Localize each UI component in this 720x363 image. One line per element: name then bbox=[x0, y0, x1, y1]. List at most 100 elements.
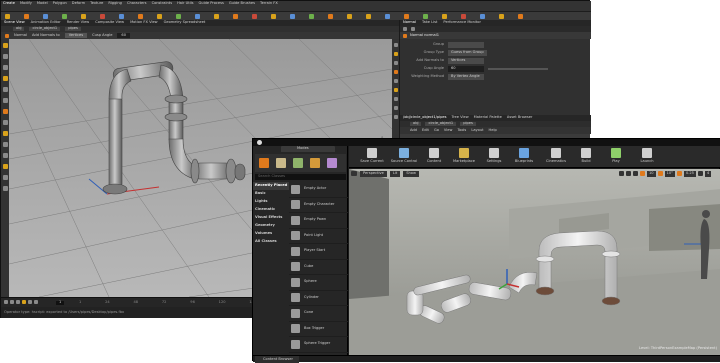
actor-item[interactable]: Empty Actor bbox=[289, 182, 348, 198]
toolbar-button[interactable]: Cinematics bbox=[541, 148, 571, 166]
toolbar-button[interactable]: Source Control bbox=[389, 148, 419, 166]
shelf-tab[interactable]: Create bbox=[3, 1, 15, 6]
param-tab[interactable]: Take List bbox=[422, 21, 437, 25]
actor-item[interactable]: Cube bbox=[289, 260, 348, 275]
misc-tool-icon[interactable] bbox=[2, 186, 8, 191]
actor-item[interactable]: Box Trigger bbox=[289, 322, 348, 337]
actor-item[interactable]: Player Start bbox=[289, 244, 348, 260]
category-item[interactable]: Cinematic bbox=[253, 206, 289, 214]
pose-tool-icon[interactable] bbox=[2, 120, 8, 125]
shelf-tool-icon[interactable] bbox=[461, 13, 466, 19]
network-menu-item[interactable]: Add bbox=[410, 128, 417, 133]
perspective-button[interactable]: Perspective bbox=[360, 171, 387, 177]
next-frame-icon[interactable] bbox=[28, 300, 32, 304]
network-menu-item[interactable]: Go bbox=[434, 128, 439, 133]
snap-tool-icon[interactable] bbox=[2, 109, 8, 114]
shelf-tool-icon[interactable] bbox=[385, 13, 390, 19]
shelf-tool-icon[interactable] bbox=[195, 13, 200, 19]
pane-tab[interactable]: Motion FX View bbox=[130, 21, 158, 25]
measure-tool-icon[interactable] bbox=[2, 142, 8, 147]
toolbar-button[interactable]: Launch bbox=[633, 148, 661, 166]
param-value[interactable]: By Vertex Angle bbox=[448, 74, 484, 80]
prev-frame-icon[interactable] bbox=[10, 300, 14, 304]
shelf-tab[interactable]: Guide Brushes bbox=[229, 1, 255, 6]
landscape-mode-icon[interactable] bbox=[293, 158, 303, 168]
shelf-tool-icon[interactable] bbox=[423, 13, 428, 19]
category-item[interactable]: Geometry bbox=[253, 222, 289, 230]
shelf-tab[interactable]: Constraints bbox=[152, 1, 173, 6]
view-tool-icon[interactable] bbox=[2, 98, 8, 103]
network-crumb[interactable]: circle_object1 bbox=[425, 122, 457, 126]
display-option-icon[interactable] bbox=[393, 43, 398, 47]
toolbar-button[interactable]: Build bbox=[573, 148, 599, 166]
shelf-tool-icon[interactable] bbox=[233, 13, 238, 19]
network-tab[interactable]: /obj/circle_object1/pipes bbox=[403, 116, 446, 120]
frame-field[interactable]: 1 bbox=[56, 300, 65, 305]
shelf-tool-icon[interactable] bbox=[347, 13, 352, 19]
toolbar-button[interactable]: Blueprints bbox=[509, 148, 539, 166]
camera-speed-icon[interactable] bbox=[697, 171, 703, 177]
rotate-icon[interactable] bbox=[626, 171, 631, 177]
category-item[interactable]: Basic bbox=[253, 190, 289, 198]
param-value[interactable] bbox=[448, 42, 484, 48]
content-browser-tab[interactable]: Content Browser bbox=[263, 357, 293, 362]
mode-dropdown[interactable]: Vertices bbox=[64, 32, 88, 39]
scale-icon[interactable] bbox=[633, 171, 638, 177]
network-menu-item[interactable]: Layout bbox=[471, 128, 483, 133]
category-item[interactable]: All Classes bbox=[253, 238, 289, 246]
category-item[interactable]: Lights bbox=[253, 198, 289, 206]
param-value[interactable]: 60 bbox=[448, 66, 484, 72]
shelf-tool-icon[interactable] bbox=[252, 13, 257, 19]
shelf-tab[interactable]: Guide Process bbox=[199, 1, 224, 6]
shelf-tool-icon[interactable] bbox=[24, 13, 29, 19]
light-tool-icon[interactable] bbox=[2, 153, 8, 158]
pane-tab[interactable]: Geometry Spreadsheet bbox=[164, 21, 206, 25]
network-menu-item[interactable]: View bbox=[444, 128, 453, 133]
scale-snap-icon[interactable] bbox=[676, 171, 682, 177]
ue-viewport[interactable]: Perspective Lit Show 10 10° 0.25 4 Level… bbox=[349, 169, 720, 355]
grid-snap-icon[interactable] bbox=[640, 171, 645, 177]
toolbar-button[interactable]: Play bbox=[601, 148, 631, 166]
toolbar-button[interactable]: Marketplace bbox=[449, 148, 479, 166]
toolbar-button[interactable]: Settings bbox=[481, 148, 507, 166]
param-value[interactable]: Vertices bbox=[448, 58, 484, 64]
toolbar-button[interactable]: Content bbox=[421, 148, 447, 166]
shelf-tool-icon[interactable] bbox=[499, 13, 504, 19]
network-tab[interactable]: Asset Browser bbox=[507, 116, 533, 120]
pane-tab[interactable]: Render View bbox=[67, 21, 89, 25]
actor-item[interactable]: Sphere bbox=[289, 275, 348, 291]
network-menu-item[interactable]: Edit bbox=[422, 128, 429, 133]
camera-tool-icon[interactable] bbox=[2, 164, 8, 169]
param-tab[interactable]: Normal bbox=[403, 21, 416, 25]
actor-item[interactable]: Cone bbox=[289, 306, 348, 322]
display-option-icon[interactable] bbox=[393, 106, 398, 110]
camera-speed-value[interactable]: 4 bbox=[704, 171, 712, 177]
actor-item[interactable]: Sphere Trigger bbox=[289, 337, 348, 353]
network-menu-item[interactable]: Tools bbox=[457, 128, 466, 133]
scale-tool-icon[interactable] bbox=[2, 76, 8, 81]
shelf-tool-icon[interactable] bbox=[442, 13, 447, 19]
network-menu-item[interactable]: Help bbox=[489, 128, 497, 133]
shelf-tool-icon[interactable] bbox=[5, 13, 10, 19]
first-frame-icon[interactable] bbox=[4, 300, 8, 304]
actor-item[interactable]: Empty Pawn bbox=[289, 213, 348, 229]
grid-snap-value[interactable]: 10 bbox=[647, 171, 656, 177]
shelf-tab[interactable]: Hair Utils bbox=[177, 1, 193, 6]
network-tab[interactable]: Material Palette bbox=[474, 116, 502, 120]
select-tool-icon[interactable] bbox=[2, 43, 8, 48]
shelf-tool-icon[interactable] bbox=[518, 13, 523, 19]
paint-mode-icon[interactable] bbox=[276, 158, 286, 168]
shelf-tab[interactable]: Modify bbox=[20, 1, 32, 6]
modes-tab[interactable]: Modes bbox=[297, 146, 309, 151]
actor-item[interactable]: Empty Character bbox=[289, 198, 348, 213]
stop-icon[interactable] bbox=[16, 300, 20, 304]
handle-tool-icon[interactable] bbox=[2, 87, 8, 92]
category-item[interactable]: Visual Effects bbox=[253, 214, 289, 222]
rotate-tool-icon[interactable] bbox=[2, 65, 8, 70]
shelf-tool-icon[interactable] bbox=[176, 13, 181, 19]
shelf-tool-icon[interactable] bbox=[328, 13, 333, 19]
pane-tab[interactable]: Composite View bbox=[95, 21, 124, 25]
display-option-icon[interactable] bbox=[393, 115, 398, 119]
cusp-slider[interactable] bbox=[488, 68, 548, 70]
translate-icon[interactable] bbox=[619, 171, 624, 177]
